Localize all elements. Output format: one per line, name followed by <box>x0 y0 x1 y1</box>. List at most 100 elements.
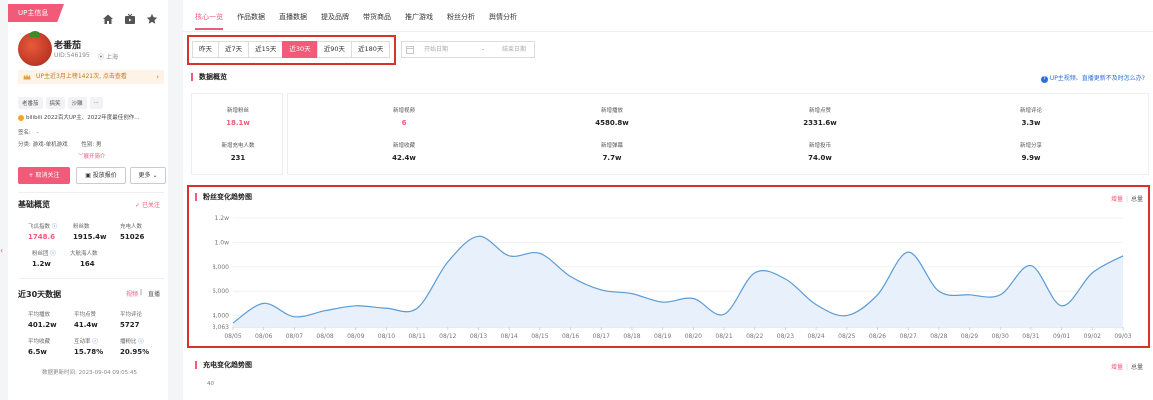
data-point[interactable] <box>967 292 972 297</box>
range-30d[interactable]: 近30天 <box>282 41 318 58</box>
series-area <box>233 236 1123 327</box>
data-point[interactable] <box>1090 270 1095 275</box>
stat-fans: 粉丝数 1915.4w <box>73 224 107 241</box>
check-icon: ✓ <box>135 202 142 209</box>
data-point[interactable] <box>875 292 880 297</box>
date-range-selector: 昨天 近7天 近15天 近30天 近90天 近180天 <box>192 41 391 58</box>
tab-brands[interactable]: 提及品牌 <box>321 12 349 30</box>
unfollow-button[interactable]: + 取消关注 <box>18 167 70 184</box>
tag[interactable]: 搞笑 <box>45 97 65 109</box>
date-range-picker[interactable]: 开始日期 - 结束日期 <box>401 41 535 58</box>
data-point[interactable] <box>691 296 696 301</box>
data-point[interactable] <box>537 251 542 256</box>
tag-more[interactable]: ... <box>89 97 103 109</box>
toggle-separator: | <box>139 289 142 296</box>
data-point[interactable] <box>783 276 788 281</box>
up-name: 老番茄 <box>54 41 82 51</box>
up-bio: bilibili 2022百大UP主、2022年度最佳创作... <box>18 113 163 121</box>
more-button[interactable]: 更多 ⌄ <box>130 167 166 184</box>
data-point[interactable] <box>323 308 328 313</box>
x-tick-label: 08/05 <box>224 333 241 340</box>
tab-sentiment[interactable]: 舆情分析 <box>489 12 517 30</box>
date-end-input[interactable]: 结束日期 <box>502 42 526 57</box>
x-tick-label: 08/12 <box>439 333 456 340</box>
stat-charge: 充电人数 51026 <box>120 224 145 241</box>
data-point[interactable] <box>752 270 757 275</box>
info-icon[interactable]: ⓘ <box>50 251 56 257</box>
x-tick-label: 08/07 <box>286 333 303 340</box>
mode-total[interactable]: 总量 <box>1131 196 1143 203</box>
data-point[interactable] <box>445 259 450 264</box>
collapse-left-icon[interactable]: ‹ <box>0 246 3 255</box>
tag[interactable]: 沙雕 <box>67 97 87 109</box>
home-icon[interactable] <box>102 10 114 24</box>
x-tick-label: 09/01 <box>1053 333 1070 340</box>
mode-increment[interactable]: 增量 <box>1111 196 1123 203</box>
help-link[interactable]: ? UP主视频、直播更新不及时怎么办? <box>1040 73 1145 83</box>
mode-total[interactable]: 总量 <box>1131 364 1143 371</box>
last30-live-toggle[interactable]: 直播 <box>148 289 160 298</box>
fan-chart-title: 粉丝变化趋势图 <box>195 193 252 201</box>
data-point[interactable] <box>353 303 358 308</box>
overview-box-fans: 新增粉丝 18.1w 新增充电人数 231 <box>191 93 283 175</box>
stat-avg-like: 平均点赞 41.4w <box>74 312 98 329</box>
last30-video-toggle[interactable]: 视频 <box>126 289 138 298</box>
data-point[interactable] <box>1028 263 1033 268</box>
x-tick-label: 08/23 <box>777 333 794 340</box>
data-point[interactable] <box>844 313 849 318</box>
overview-box-metrics: 新增视频 6 新增收藏 42.4w 新增播放 4580.8w 新增弹幕 7.7w… <box>287 93 1149 175</box>
data-point[interactable] <box>1121 253 1126 258</box>
tab-fans[interactable]: 粉丝分析 <box>447 12 475 30</box>
data-point[interactable] <box>660 300 665 305</box>
data-point[interactable] <box>599 287 604 292</box>
range-7d[interactable]: 近7天 <box>218 41 250 58</box>
location-pin-icon: ⦿ <box>98 54 105 61</box>
star-icon[interactable] <box>146 10 158 24</box>
up-info-panel: UP主信息 老番茄 UID:546195 ⦿ 上海 UP主近3月上榜1421次,… <box>8 0 168 400</box>
tab-works[interactable]: 作品数据 <box>237 12 265 30</box>
followed-status[interactable]: ✓ 已关注 <box>135 200 160 209</box>
tab-live[interactable]: 直播数据 <box>279 12 307 30</box>
x-tick-label: 08/28 <box>930 333 947 340</box>
data-point[interactable] <box>936 289 941 294</box>
info-icon[interactable]: ⓘ <box>52 224 58 230</box>
data-point[interactable] <box>568 274 573 279</box>
range-15d[interactable]: 近15天 <box>248 41 284 58</box>
divider <box>18 278 164 279</box>
ov-new-danmaku: 新增弹幕 7.7w <box>600 143 623 162</box>
range-yesterday[interactable]: 昨天 <box>192 41 219 58</box>
data-point[interactable] <box>814 302 819 307</box>
expand-bio-link[interactable]: ﹀展开简介 <box>78 152 106 160</box>
data-point[interactable] <box>629 291 634 296</box>
data-point[interactable] <box>384 306 389 311</box>
x-tick-label: 08/21 <box>715 333 732 340</box>
tab-games[interactable]: 推广游戏 <box>405 12 433 30</box>
range-180d[interactable]: 近180天 <box>350 41 391 58</box>
data-point[interactable] <box>415 306 420 311</box>
data-point[interactable] <box>476 234 481 239</box>
data-point[interactable] <box>1059 303 1064 308</box>
data-point[interactable] <box>231 320 236 325</box>
invest-quote-button[interactable]: ▣ 投放报价 <box>76 167 126 184</box>
data-point[interactable] <box>507 253 512 258</box>
data-point[interactable] <box>722 312 727 317</box>
mode-increment[interactable]: 增量 <box>1111 364 1123 371</box>
data-point[interactable] <box>292 314 297 319</box>
x-tick-label: 08/24 <box>807 333 824 340</box>
date-start-input[interactable]: 开始日期 <box>424 42 448 57</box>
tv-icon[interactable] <box>124 10 136 24</box>
ov-new-videos: 新增视频 6 <box>392 108 415 127</box>
range-90d[interactable]: 近90天 <box>316 41 352 58</box>
data-point[interactable] <box>906 250 911 255</box>
ov-new-favorites: 新增收藏 42.4w <box>392 143 416 162</box>
data-point[interactable] <box>998 292 1003 297</box>
avatar[interactable] <box>18 31 52 66</box>
rank-notice[interactable]: UP主近3月上榜1421次, 点击查看 › <box>18 70 164 84</box>
tag[interactable]: 老番茄 <box>18 97 43 109</box>
info-icon[interactable]: ⓘ <box>138 339 144 345</box>
data-point[interactable] <box>261 301 266 306</box>
info-icon[interactable]: ⓘ <box>92 339 98 345</box>
x-tick-label: 08/25 <box>838 333 855 340</box>
tab-goods[interactable]: 带货商品 <box>363 12 391 30</box>
tab-core-overview[interactable]: 核心一览 <box>195 12 223 30</box>
